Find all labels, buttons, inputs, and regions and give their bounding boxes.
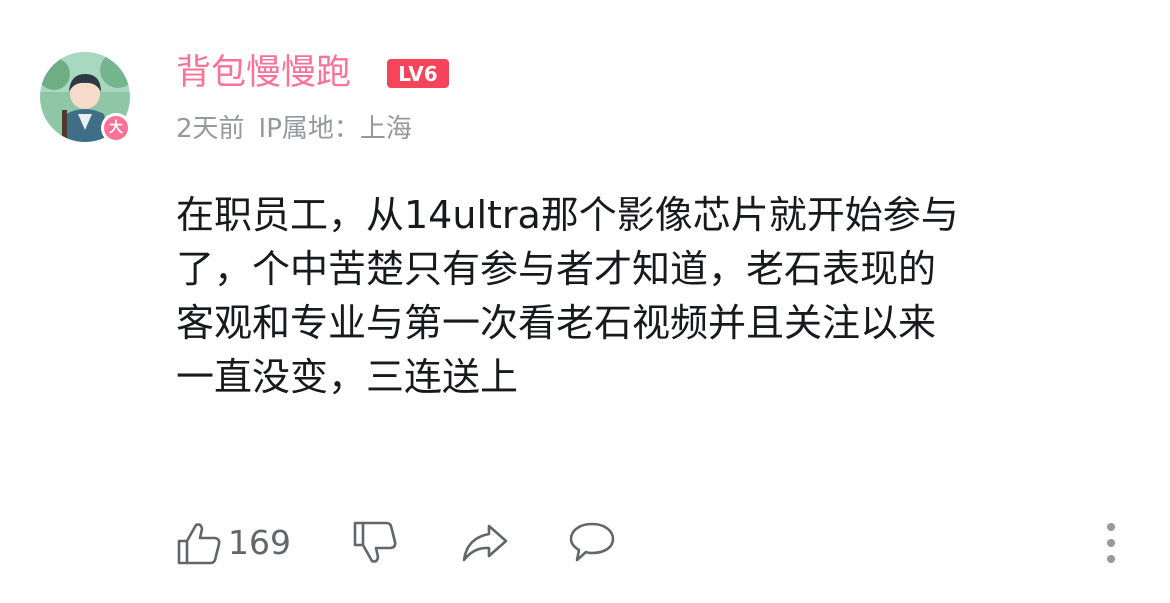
comment-line: 在职员工，从14ultra那个影像芯片就开始参与 <box>176 193 959 237</box>
comment-line: 了，个中苦楚只有参与者才知道，老石表现的 <box>176 247 937 291</box>
more-options-button[interactable] <box>1099 520 1123 566</box>
level-badge-icon: LV6 <box>387 59 449 88</box>
thumbs-up-icon <box>177 523 221 565</box>
ip-location: IP属地：上海 <box>258 114 412 144</box>
thumbs-down-icon <box>353 521 397 563</box>
share-arrow-icon <box>462 524 508 562</box>
dislike-button[interactable] <box>352 520 398 568</box>
like-count: 169 <box>228 523 291 562</box>
level-badge-text: LV6 <box>398 62 437 86</box>
comment-line: 一直没变，三连送上 <box>176 355 519 399</box>
username[interactable]: 背包慢慢跑 <box>176 50 351 96</box>
vertical-dots-icon <box>1107 523 1115 563</box>
creator-badge: 大 <box>101 113 131 143</box>
share-button[interactable] <box>460 520 510 568</box>
comment-line: 客观和专业与第一次看老石视频并且关注以来 <box>176 301 937 345</box>
comment-time: 2天前 <box>176 114 245 144</box>
reply-button[interactable] <box>568 520 616 568</box>
comment-meta: 2天前 IP属地：上海 <box>176 111 412 147</box>
speech-bubble-icon <box>569 522 615 562</box>
like-button[interactable]: 169 <box>176 520 296 568</box>
comment-text: 在职员工，从14ultra那个影像芯片就开始参与 了，个中苦楚只有参与者才知道，… <box>176 188 1106 404</box>
